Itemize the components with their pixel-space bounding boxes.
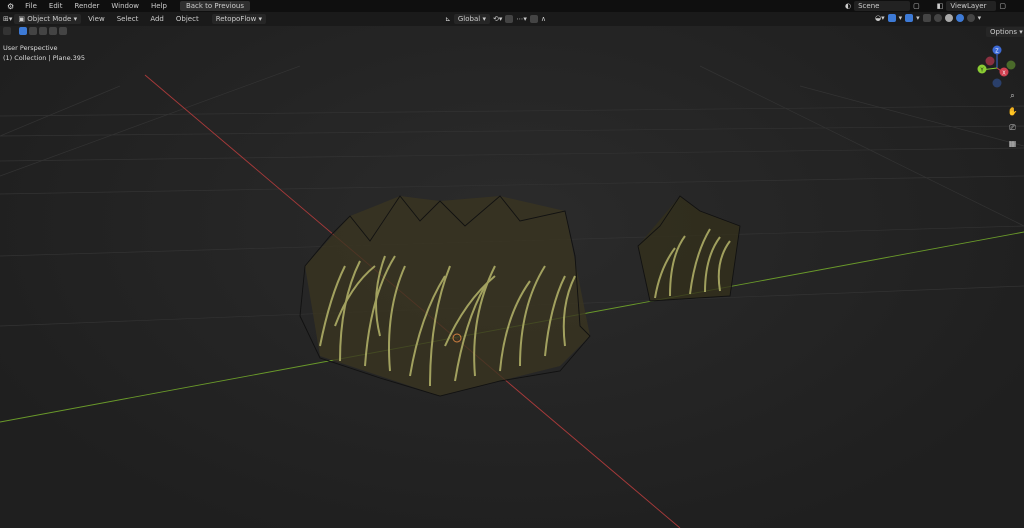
new-scene-icon[interactable]: ▢ xyxy=(913,2,920,10)
orientation-label: Global xyxy=(457,15,481,23)
gizmo-z-label[interactable]: Z xyxy=(995,49,999,55)
menu-add[interactable]: Add xyxy=(145,15,169,23)
zoom-icon[interactable]: ⌕ xyxy=(1007,90,1018,101)
gizmo-dropdown-icon[interactable]: ▾ xyxy=(899,14,903,22)
retopoflow-label: RetopoFlow xyxy=(215,15,257,23)
menu-edit[interactable]: Edit xyxy=(44,2,68,10)
menu-help[interactable]: Help xyxy=(146,2,172,10)
menu-file[interactable]: File xyxy=(20,2,42,10)
snap-options-icon[interactable]: ⋯▾ xyxy=(516,15,527,23)
select-mode-subtract[interactable] xyxy=(39,27,47,35)
menu-object[interactable]: Object xyxy=(171,15,204,23)
mode-selector[interactable]: ▣ Object Mode ▾ xyxy=(14,14,82,24)
viewlayer-icon[interactable]: ◧ xyxy=(937,2,944,10)
navigation-gizmo[interactable]: Z Y X xyxy=(977,45,1016,88)
shading-wireframe[interactable] xyxy=(933,14,942,22)
collection-label: (1) Collection | Plane.395 xyxy=(3,54,86,62)
snap-toggle[interactable] xyxy=(505,15,514,23)
pan-hand-icon[interactable]: ✋ xyxy=(1007,106,1018,117)
scene-render: Z Y X xyxy=(0,45,1024,528)
view-perspective-label: User Perspective xyxy=(3,44,58,52)
perspective-grid-icon[interactable]: ▦ xyxy=(1007,138,1018,149)
shading-solid[interactable] xyxy=(944,14,953,22)
xray-toggle[interactable] xyxy=(922,14,931,22)
viewport-header: ⊞▾ ▣ Object Mode ▾ View Select Add Objec… xyxy=(0,12,1024,26)
shading-rendered[interactable] xyxy=(966,14,975,22)
visibility-icon[interactable]: ◒▾ xyxy=(875,14,885,22)
options-label: Options xyxy=(990,28,1018,36)
viewlayer-selector[interactable]: ViewLayer xyxy=(946,1,997,11)
mode-label: Object Mode xyxy=(27,15,72,23)
3d-viewport[interactable]: Z Y X Options ▾ User Perspective (1) Col… xyxy=(0,26,1024,528)
select-mode-invert[interactable] xyxy=(49,27,57,35)
menu-select[interactable]: Select xyxy=(112,15,144,23)
tool-settings xyxy=(3,27,67,35)
top-bar: ⚙ File Edit Render Window Help Back to P… xyxy=(0,0,1024,12)
proportional-edit-toggle[interactable] xyxy=(529,15,538,23)
new-viewlayer-icon[interactable]: ▢ xyxy=(999,2,1006,10)
scene-icon[interactable]: ◐ xyxy=(845,2,851,10)
editor-type-icon[interactable]: ⊞▾ xyxy=(3,15,12,23)
shading-dropdown-icon[interactable]: ▾ xyxy=(978,14,982,22)
select-mode-new[interactable] xyxy=(19,27,27,35)
shading-material[interactable] xyxy=(955,14,964,22)
grass-clump-large xyxy=(299,195,591,397)
gizmo-x-label[interactable]: X xyxy=(1002,71,1006,77)
overlay-toggle[interactable] xyxy=(905,14,914,22)
back-to-previous-button[interactable]: Back to Previous xyxy=(179,1,251,11)
grass-clump-small xyxy=(637,195,741,302)
gizmo-toggle[interactable] xyxy=(887,14,896,22)
select-mode-intersect[interactable] xyxy=(59,27,67,35)
menu-window[interactable]: Window xyxy=(106,2,144,10)
orientation-selector[interactable]: Global ▾ xyxy=(453,14,490,24)
options-dropdown[interactable]: Options ▾ xyxy=(986,27,1024,37)
overlay-dropdown-icon[interactable]: ▾ xyxy=(916,14,920,22)
falloff-icon[interactable]: ∧ xyxy=(541,15,546,23)
play-icon[interactable] xyxy=(3,27,11,35)
scene-selector[interactable]: Scene xyxy=(854,1,911,11)
retopoflow-menu[interactable]: RetopoFlow ▾ xyxy=(211,14,267,24)
camera-icon[interactable]: ⎚ xyxy=(1007,122,1018,133)
blender-logo-icon[interactable]: ⚙ xyxy=(3,2,18,11)
menu-view[interactable]: View xyxy=(83,15,110,23)
menu-render[interactable]: Render xyxy=(69,2,104,10)
select-mode-extend[interactable] xyxy=(29,27,37,35)
pivot-icon[interactable]: ⟲▾ xyxy=(493,15,502,23)
orientation-icon: ⊾ xyxy=(445,15,451,23)
